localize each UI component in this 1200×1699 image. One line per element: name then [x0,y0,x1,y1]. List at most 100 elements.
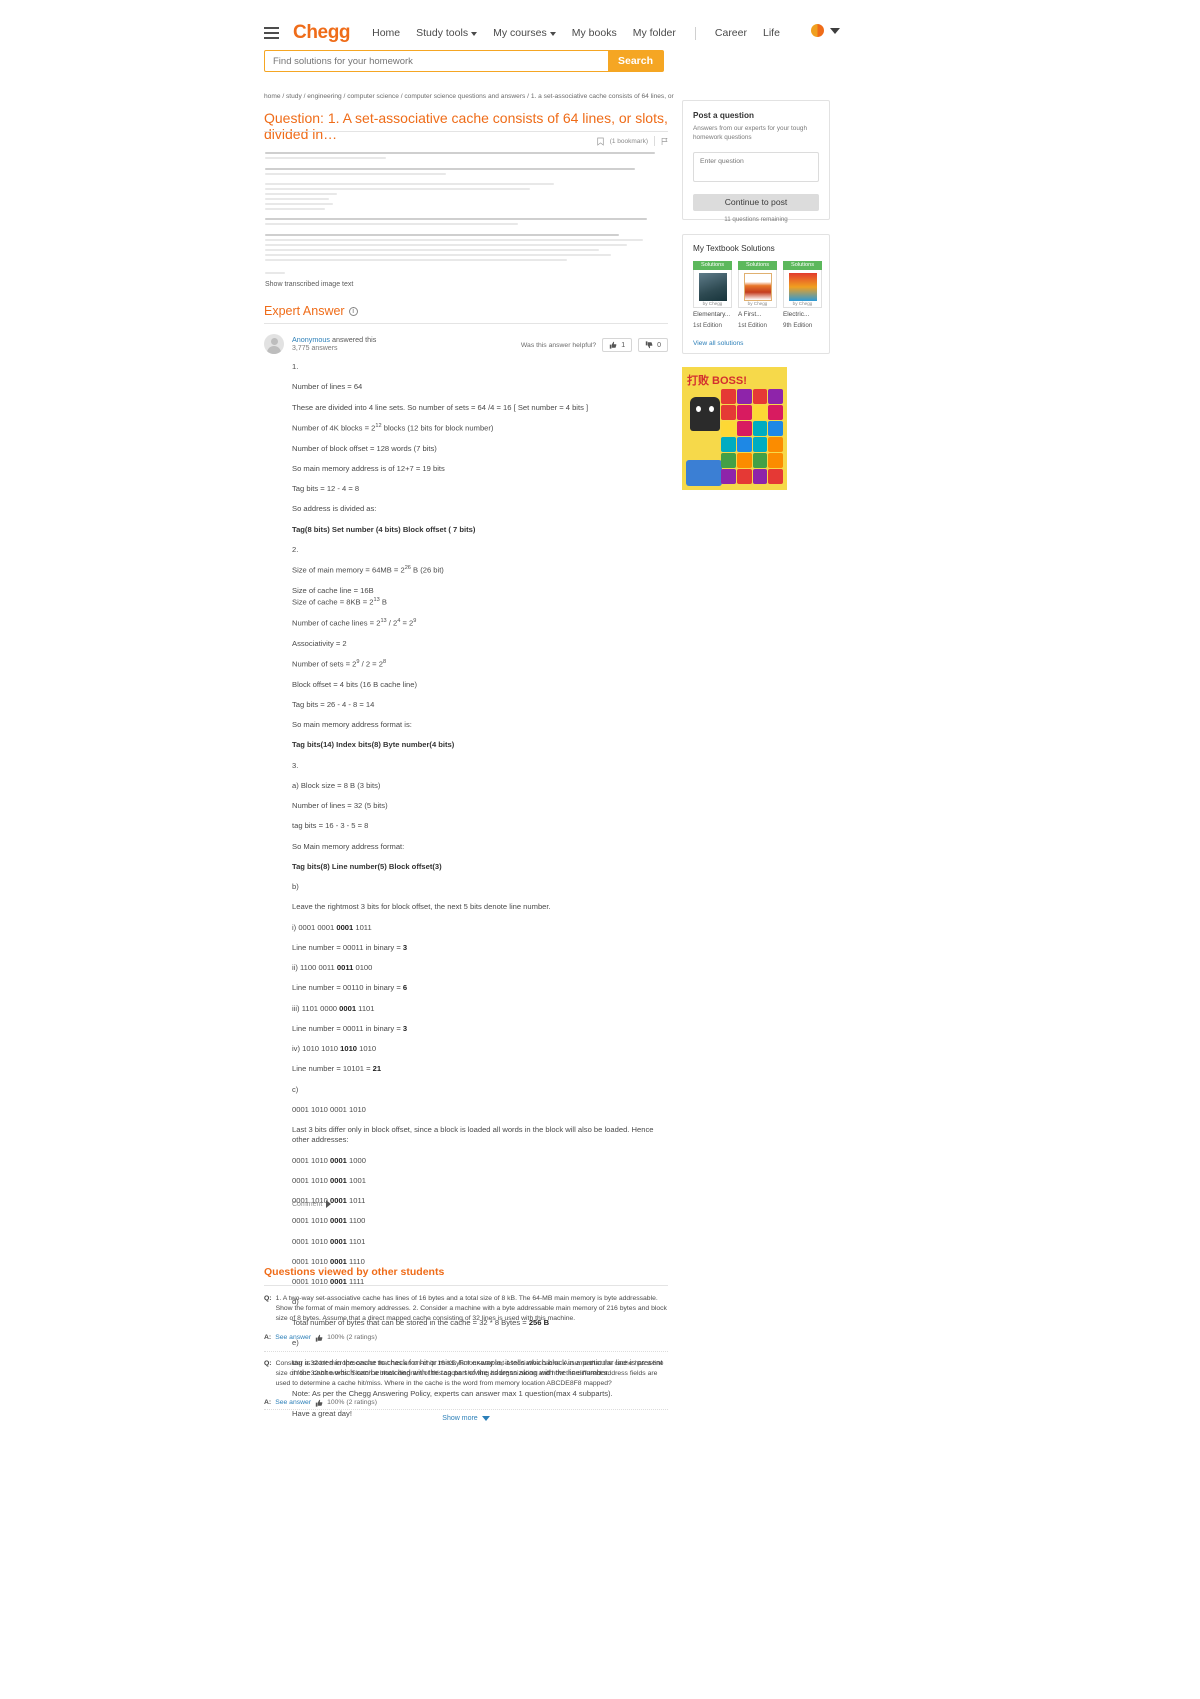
answer-paragraph: Line number = 10101 = 21 [292,1064,382,1074]
answer-paragraph: Size of cache = 8KB = 213 B [292,597,387,607]
post-question-title: Post a question [693,111,754,120]
rating-text: 100% (2 ratings) [327,1334,377,1342]
book-cover: by Chegg [783,270,822,308]
show-transcribed-link[interactable]: Show transcribed image text [265,281,353,288]
ad-tile [752,437,768,452]
answer-paragraph: iv) 1010 1010 1010 1010 [292,1044,377,1054]
thumbs-up-icon [609,341,617,349]
chevron-right-icon [326,1200,332,1208]
advertisement-banner[interactable]: 打败 BOSS! [682,367,787,490]
solutions-badge: Solutions [693,261,732,270]
book-edition: 9th Edition [783,322,813,329]
related-answer-row: A: See answer 100% (2 ratings) [264,1334,668,1342]
nav-divider [694,26,696,40]
nav-item-my-courses[interactable]: My courses [493,27,556,39]
rating-text: 100% (2 ratings) [327,1399,377,1407]
nav-item-study-tools[interactable]: Study tools [416,27,478,39]
nav-label: Study tools [416,27,469,39]
avatar [811,24,824,37]
answer-paragraph: Block offset = 4 bits (16 B cache line) [292,679,418,689]
expert-answer-heading: Expert Answer i [264,304,358,318]
breadcrumb[interactable]: home / study / engineering / computer sc… [264,93,674,100]
ad-tile [721,437,736,452]
textbook-item[interactable]: Solutions by Chegg Electric... 9th Editi… [783,261,822,329]
nav-item-career[interactable]: Career [715,27,747,39]
divider [264,323,668,324]
ad-tile [768,469,783,484]
answer-paragraph: 0001 1010 0001 1100 [292,1216,366,1226]
chevron-down-icon [549,31,556,36]
answer-paragraph: Line number = 00011 in binary = 3 [292,942,408,952]
search-input[interactable] [265,51,608,71]
answer-paragraph: tag bits = 16 - 3 - 5 = 8 [292,821,369,831]
info-icon[interactable]: i [348,306,358,316]
ad-tile [752,421,768,436]
ad-tile [768,421,783,436]
question-input[interactable] [693,151,819,182]
list-item: Q: Consider a 32-bit microprocessor that… [264,1359,668,1407]
nav-item-my-books[interactable]: My books [572,27,617,39]
ad-decoration [686,460,722,486]
answer-paragraph: Tag(8 bits) Set number (4 bits) Block of… [292,524,476,534]
answer-paragraph: Number of lines = 64 [292,382,363,392]
helpful-controls: Was this answer helpful? 1 0 [521,338,668,352]
nav-item-life[interactable]: Life [763,27,780,39]
view-all-solutions-link[interactable]: View all solutions [693,340,743,347]
continue-to-post-button[interactable]: Continue to post [693,193,819,211]
answer-paragraph: a) Block size = 8 B (3 bits) [292,780,381,790]
post-question-card: Post a question Answers from our experts… [682,100,830,223]
ad-tile [736,469,752,484]
search-bar: Search [264,50,664,72]
thumbs-up-icon [315,1334,323,1342]
answer-paragraph: Tag bits(14) Index bits(8) Byte number(4… [292,740,455,750]
related-question[interactable]: Q: Consider a 32-bit microprocessor that… [264,1359,668,1390]
textbook-item[interactable]: Solutions by Chegg A First... 1st Editio… [738,261,777,329]
answer-paragraph: Number of 4K blocks = 212 blocks (12 bit… [292,422,494,433]
nav-item-home[interactable]: Home [372,27,400,39]
related-question[interactable]: Q: 1. A two-way set-associative cache ha… [264,1294,668,1325]
answer-paragraph: 2. [292,544,299,554]
ad-tile [736,437,752,452]
nav-item-my-folder[interactable]: My folder [633,27,676,39]
book-publisher: by Chegg [747,301,768,306]
book-title: Electric... [783,311,810,318]
textbook-solutions-title: My Textbook Solutions [693,244,775,253]
show-more-button[interactable]: Show more [264,1415,668,1422]
textbook-item[interactable]: Solutions by Chegg Elementary... 1st Edi… [693,261,732,329]
answer-paragraph: Tag bits(8) Line number(5) Block offset(… [292,861,442,871]
search-button[interactable]: Search [608,51,663,71]
chegg-logo[interactable]: Chegg [293,22,351,44]
bookmark-icon[interactable] [597,137,604,146]
author-link[interactable]: Anonymous [292,335,330,344]
nav-label: Home [372,27,401,39]
questions-remaining: 11 questions remaining [724,215,788,223]
hamburger-icon[interactable] [264,27,279,39]
divider [264,1409,668,1410]
answer-paragraph: Tag bits = 12 - 4 = 8 [292,484,360,494]
solutions-badge: Solutions [738,261,777,270]
answer-label: A: [264,1334,272,1342]
divider [264,1351,668,1352]
page-root: Chegg Home Study tools My courses My boo… [0,0,1200,1699]
flag-icon[interactable] [661,137,668,146]
ad-tile [752,469,768,484]
book-title: Elementary... [693,311,731,318]
book-art [699,273,727,301]
book-edition: 1st Edition [693,322,722,329]
answer-paragraph: ii) 1100 0011 0011 0100 [292,963,373,973]
account-menu[interactable] [811,24,840,37]
answer-paragraph: 0001 1010 0001 1001 [292,1175,366,1185]
downvote-button[interactable]: 0 [638,338,668,352]
upvote-button[interactable]: 1 [602,338,633,352]
ad-tile [736,421,752,436]
site-header: Chegg Home Study tools My courses My boo… [0,0,1200,52]
ad-grid [721,389,783,485]
ad-tile [721,405,736,420]
see-answer-link[interactable]: See answer [275,1399,311,1406]
book-publisher: by Chegg [792,301,813,306]
divider [264,131,668,132]
answer-paragraph: These are divided into 4 line sets. So n… [292,402,589,412]
thumbs-down-icon [645,341,653,349]
comment-button[interactable]: Comment [292,1200,332,1208]
see-answer-link[interactable]: See answer [275,1334,311,1341]
